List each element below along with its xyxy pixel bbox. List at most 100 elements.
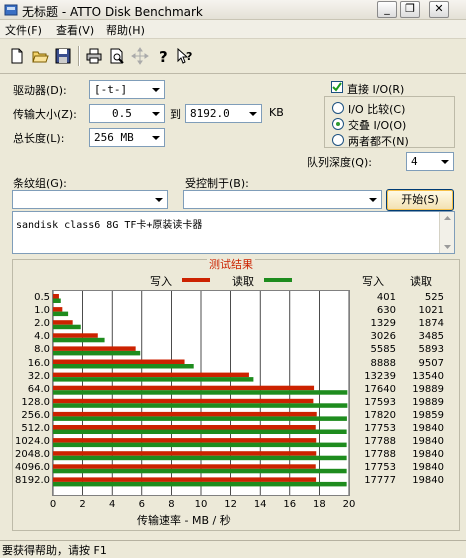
transfer-unit: KB (269, 106, 284, 119)
status-text: 要获得帮助，请按 F1 (2, 544, 107, 557)
x-tick-label: 8 (168, 499, 175, 510)
menu-bar: 文件(F) 查看(V) 帮助(H) (0, 20, 466, 39)
write-bar (53, 451, 317, 456)
read-value: 5893 (418, 344, 444, 356)
chevron-down-icon[interactable] (365, 191, 381, 208)
read-bar (53, 324, 81, 330)
title-bar[interactable]: 无标题 - ATTO Disk Benchmark _ ❐ ✕ (0, 0, 466, 20)
radio-selected-dot (336, 122, 340, 126)
help-icon[interactable]: ? (154, 47, 172, 65)
io-compare-label: I/O 比较(C) (348, 103, 406, 116)
transfer-from-select[interactable]: 0.5 (89, 104, 165, 123)
print-preview-icon[interactable] (108, 47, 126, 65)
legend-read-swatch (264, 278, 292, 282)
write-value: 17788 (364, 449, 396, 461)
x-tick-label: 20 (342, 499, 356, 510)
save-icon[interactable] (54, 47, 72, 65)
write-bar (53, 411, 317, 417)
read-value: 19840 (412, 423, 444, 434)
scroll-up-icon[interactable] (442, 214, 453, 222)
transfer-to-select[interactable]: 8192.0 (185, 104, 262, 123)
transfer-from-value: 0.5 (112, 107, 132, 120)
stripe-group-select[interactable] (12, 190, 168, 209)
queue-depth-value: 4 (411, 155, 418, 168)
y-tick-label: 0.5 (34, 292, 50, 303)
print-icon[interactable] (85, 47, 103, 65)
write-bar (53, 359, 185, 364)
read-value: 1021 (418, 305, 444, 317)
menu-help[interactable]: 帮助(H) (106, 22, 145, 38)
close-button[interactable]: ✕ (429, 1, 449, 18)
total-length-label: 总长度(L): (13, 132, 65, 145)
x-tick-label: 0 (49, 499, 57, 510)
direct-io-checkbox[interactable] (331, 81, 343, 93)
description-text: sandisk class6 8G TF卡+原装读卡器 (16, 220, 203, 231)
controlled-by-select[interactable] (183, 190, 382, 209)
chevron-down-icon[interactable] (245, 105, 261, 122)
status-bar: 要获得帮助，请按 F1 (0, 540, 466, 557)
chevron-down-icon[interactable] (437, 153, 453, 170)
context-help-icon[interactable]: ? (176, 47, 194, 65)
write-bar (53, 425, 316, 430)
read-bar (53, 455, 347, 461)
results-title: 测试结果 (207, 256, 255, 272)
y-tick-label: 4.0 (34, 331, 50, 343)
chevron-down-icon[interactable] (148, 129, 164, 146)
write-value: 5585 (370, 344, 396, 356)
move-icon[interactable] (131, 47, 149, 65)
x-axis-title: 传输速率 - MB / 秒 (137, 514, 231, 527)
read-value: 19840 (412, 449, 444, 461)
write-value: 17753 (364, 423, 396, 434)
chevron-down-icon[interactable] (148, 81, 164, 98)
write-value: 3026 (370, 331, 396, 343)
y-tick-label: 256.0 (21, 409, 50, 421)
write-value: 401 (376, 292, 396, 303)
start-button[interactable]: 开始(S) (386, 189, 454, 211)
io-compare-radio[interactable] (332, 102, 344, 114)
menu-view[interactable]: 查看(V) (56, 22, 94, 38)
x-tick-label: 16 (283, 499, 297, 510)
read-value: 1874 (418, 318, 444, 330)
read-value: 3485 (418, 331, 444, 343)
write-bar (53, 320, 73, 325)
chevron-down-icon[interactable] (148, 105, 164, 122)
restore-button[interactable]: ❐ (400, 1, 420, 18)
neither-radio[interactable] (332, 134, 344, 146)
y-tick-label: 16.0 (27, 357, 50, 369)
x-tick-label: 18 (313, 499, 326, 510)
total-length-select[interactable]: 256 MB (89, 128, 165, 147)
minimize-button[interactable]: _ (377, 1, 397, 18)
read-bar (53, 416, 347, 421)
y-tick-label: 512.0 (21, 423, 50, 434)
results-chart (52, 290, 350, 496)
chevron-down-icon[interactable] (151, 191, 167, 208)
queue-depth-select[interactable]: 4 (406, 152, 454, 171)
x-tick-label: 6 (138, 499, 145, 510)
scrollbar[interactable] (439, 212, 454, 253)
read-bar (53, 364, 194, 369)
toolbar-separator (78, 46, 80, 66)
read-value: 19889 (412, 383, 444, 395)
y-tick-label: 8.0 (34, 344, 50, 356)
description-textarea[interactable]: sandisk class6 8G TF卡+原装读卡器 (12, 211, 455, 254)
new-icon[interactable] (8, 47, 26, 65)
menu-file[interactable]: 文件(F) (5, 22, 42, 38)
transfer-to-label: 到 (170, 108, 181, 121)
x-tick-label: 12 (224, 499, 237, 510)
drive-select[interactable]: [-t-] (89, 80, 165, 99)
overlapped-io-radio[interactable] (332, 118, 344, 130)
write-value: 630 (376, 305, 396, 317)
read-value: 19840 (412, 475, 444, 487)
write-value: 17777 (364, 475, 396, 487)
read-bar (53, 337, 105, 343)
read-bar (53, 468, 347, 474)
write-column-header: 写入 (362, 275, 384, 288)
transfer-size-label: 传输大小(Z): (13, 108, 77, 121)
scroll-down-icon[interactable] (442, 243, 453, 251)
write-value: 17788 (364, 436, 396, 448)
read-bar (53, 311, 69, 317)
y-tick-label: 64.0 (27, 383, 50, 395)
legend-write-label: 写入 (150, 275, 172, 288)
open-icon[interactable] (31, 47, 49, 65)
direct-io-label: 直接 I/O(R) (347, 83, 405, 96)
